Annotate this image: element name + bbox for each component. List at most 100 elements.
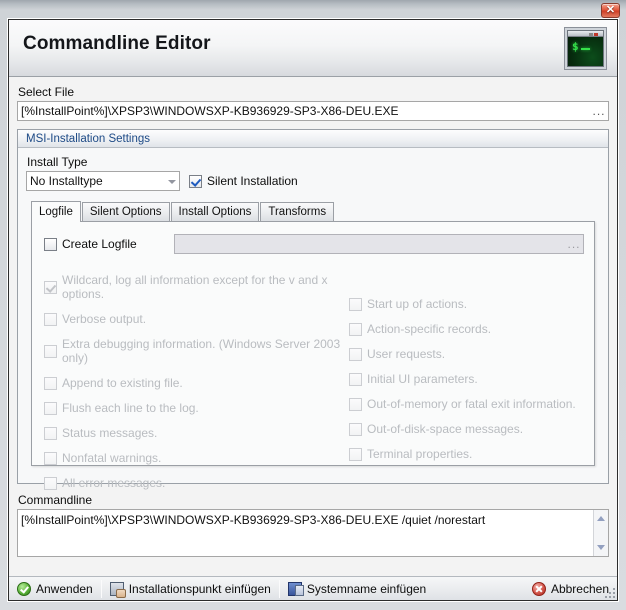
monitor-hand-icon xyxy=(109,581,126,598)
checkbox-box xyxy=(349,372,362,386)
checkbox-box xyxy=(349,347,362,361)
header-band: Commandline Editor $ xyxy=(9,20,617,77)
option-status-messages-checkbox[interactable]: Status messages. xyxy=(44,426,349,440)
checkbox-box xyxy=(349,322,362,336)
select-file-label: Select File xyxy=(18,85,75,99)
option-out-of-memory-checkbox[interactable]: Out-of-memory or fatal exit information. xyxy=(349,397,584,411)
install-type-select[interactable]: No Installtype xyxy=(26,171,180,191)
option-label: Terminal properties. xyxy=(367,447,473,461)
terminal-console-icon: $ xyxy=(564,27,607,70)
scroll-up-icon[interactable] xyxy=(594,511,608,527)
option-label: Nonfatal warnings. xyxy=(62,451,162,465)
checkbox-box xyxy=(44,376,57,390)
option-label: User requests. xyxy=(367,347,446,361)
tab-install-options[interactable]: Install Options xyxy=(170,202,260,221)
logfile-options-left-column: Wildcard, log all information except for… xyxy=(44,273,349,501)
computer-icon xyxy=(287,581,304,596)
tab-transforms[interactable]: Transforms xyxy=(260,202,335,221)
checkbox-box xyxy=(349,447,362,461)
page-title: Commandline Editor xyxy=(23,33,211,54)
install-type-label: Install Type xyxy=(27,155,88,169)
option-label: All error messages. xyxy=(62,476,166,490)
checkbox-box xyxy=(44,426,57,440)
commandline-scrollbar[interactable] xyxy=(593,510,608,556)
option-nonfatal-warnings-checkbox[interactable]: Nonfatal warnings. xyxy=(44,451,349,465)
checkbox-box xyxy=(44,344,57,358)
option-flush-each-line-checkbox[interactable]: Flush each line to the log. xyxy=(44,401,349,415)
silent-installation-label: Silent Installation xyxy=(207,174,298,188)
commandline-value: [%InstallPoint%]\XPSP3\WINDOWSXP-KB93692… xyxy=(21,513,486,527)
option-append-to-existing-file-checkbox[interactable]: Append to existing file. xyxy=(44,376,349,390)
select-file-input[interactable]: [%InstallPoint%]\XPSP3\WINDOWSXP-KB93692… xyxy=(17,101,609,121)
create-logfile-checkbox[interactable]: Create Logfile xyxy=(44,237,174,251)
install-type-row: No Installtype Silent Installation xyxy=(26,171,600,191)
option-label: Initial UI parameters. xyxy=(367,372,478,386)
logfile-options-right-column: Start up of actions. Action-specific rec… xyxy=(349,273,584,501)
option-verbose-output-checkbox[interactable]: Verbose output. xyxy=(44,312,349,326)
option-extra-debugging-checkbox[interactable]: Extra debugging information. (Windows Se… xyxy=(44,337,349,365)
option-label: Wildcard, log all information except for… xyxy=(62,273,328,301)
msi-installation-settings-group: MSI-Installation Settings Install Type N… xyxy=(17,129,609,490)
tab-logfile[interactable]: Logfile xyxy=(31,201,81,222)
window-frame: ✕ Commandline Editor $ Select File [%Ins… xyxy=(0,0,626,610)
window-titlebar: ✕ xyxy=(0,0,626,20)
scroll-down-icon[interactable] xyxy=(594,539,608,555)
option-user-requests-checkbox[interactable]: User requests. xyxy=(349,347,584,361)
insert-systemname-label: Systemname einfügen xyxy=(306,581,427,596)
insert-systemname-button[interactable]: Systemname einfügen xyxy=(280,578,434,600)
option-label: Action-specific records. xyxy=(367,322,492,336)
create-logfile-row: Create Logfile ... xyxy=(44,234,584,254)
terminal-screen: $ xyxy=(567,30,604,67)
checkbox-box xyxy=(189,174,202,188)
commandline-editor-dialog: Commandline Editor $ Select File [%Insta… xyxy=(7,18,619,602)
install-type-selected-value: No Installtype xyxy=(30,174,103,188)
logfile-path-input[interactable]: ... xyxy=(174,234,584,254)
select-file-value: [%InstallPoint%]\XPSP3\WINDOWSXP-KB93692… xyxy=(21,104,399,118)
checkbox-box xyxy=(44,451,57,465)
option-initial-ui-parameters-checkbox[interactable]: Initial UI parameters. xyxy=(349,372,584,386)
option-all-error-messages-checkbox[interactable]: All error messages. xyxy=(44,476,349,490)
option-action-specific-records-checkbox[interactable]: Action-specific records. xyxy=(349,322,584,336)
option-start-up-of-actions-checkbox[interactable]: Start up of actions. xyxy=(349,297,584,311)
option-label: Flush each line to the log. xyxy=(62,401,199,415)
silent-installation-checkbox[interactable]: Silent Installation xyxy=(189,174,298,188)
tab-panel-logfile: Create Logfile ... Wildcard, log all inf… xyxy=(31,221,595,490)
option-label: Extra debugging information. (Windows Se… xyxy=(62,337,341,365)
option-terminal-properties-checkbox[interactable]: Terminal properties. xyxy=(349,447,584,461)
option-label: Status messages. xyxy=(62,426,158,440)
green-check-circle-icon xyxy=(17,581,31,596)
checkbox-box xyxy=(349,422,362,436)
logfile-path-browse-button[interactable]: ... xyxy=(565,237,583,251)
tab-silent-options[interactable]: Silent Options xyxy=(81,202,170,221)
checkbox-box xyxy=(44,280,57,294)
logfile-options-columns: Wildcard, log all information except for… xyxy=(44,273,584,501)
terminal-titlebar xyxy=(568,31,603,37)
commandline-textarea[interactable]: [%InstallPoint%]\XPSP3\WINDOWSXP-KB93692… xyxy=(17,509,609,557)
checkbox-box xyxy=(44,401,57,415)
option-label: Out-of-disk-space messages. xyxy=(367,422,524,436)
apply-button[interactable]: Anwenden xyxy=(9,578,101,600)
checkbox-box xyxy=(44,237,57,251)
insert-installpoint-button[interactable]: Installationspunkt einfügen xyxy=(102,578,279,600)
option-wildcard-checkbox[interactable]: Wildcard, log all information except for… xyxy=(44,273,349,301)
tabstrip: Logfile Silent Options Install Options T… xyxy=(31,200,600,222)
close-button[interactable]: ✕ xyxy=(601,3,620,18)
create-logfile-label: Create Logfile xyxy=(62,237,137,251)
checkbox-box xyxy=(349,397,362,411)
resize-grip[interactable] xyxy=(603,586,615,598)
cancel-button-label: Abbrechen xyxy=(550,581,609,596)
option-label: Start up of actions. xyxy=(367,297,468,311)
option-out-of-disk-space-checkbox[interactable]: Out-of-disk-space messages. xyxy=(349,422,584,436)
terminal-prompt-glyph: $ xyxy=(572,40,579,53)
terminal-cursor xyxy=(581,48,590,50)
statusbar: Anwenden Installationspunkt einfügen Sys… xyxy=(9,576,617,600)
red-x-circle-icon xyxy=(531,581,546,596)
option-label: Out-of-memory or fatal exit information. xyxy=(367,397,576,411)
insert-installpoint-label: Installationspunkt einfügen xyxy=(128,581,271,596)
chevron-down-icon[interactable] xyxy=(163,172,179,190)
close-icon: ✕ xyxy=(605,4,616,16)
option-label: Verbose output. xyxy=(62,312,147,326)
select-file-browse-button[interactable]: ... xyxy=(590,104,608,118)
checkbox-box xyxy=(44,312,57,326)
checkbox-box xyxy=(44,476,57,490)
